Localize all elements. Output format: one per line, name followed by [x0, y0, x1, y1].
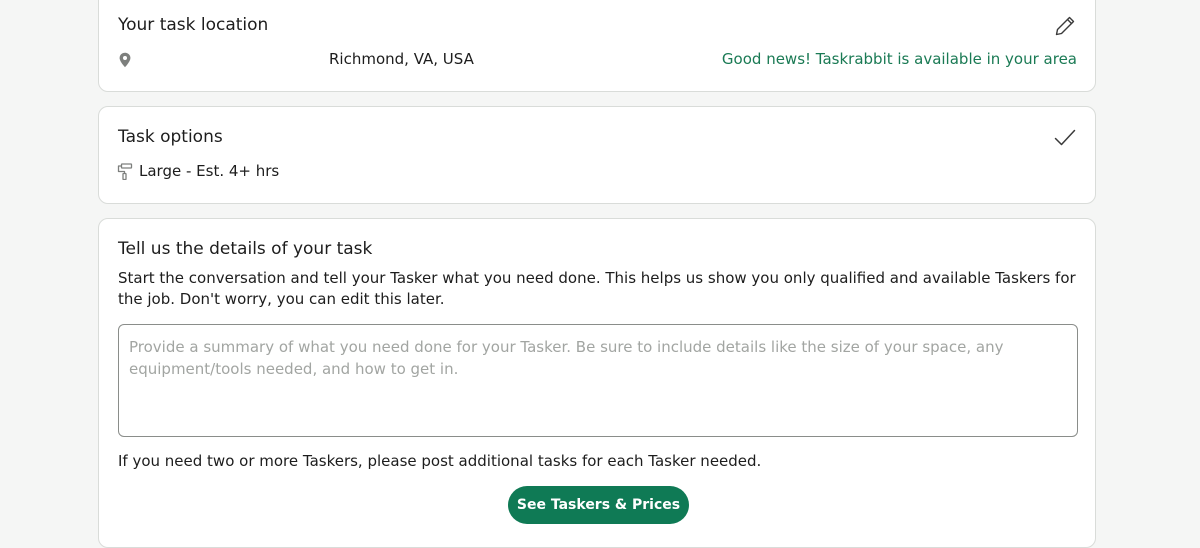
- multiple-taskers-note: If you need two or more Taskers, please …: [118, 452, 762, 470]
- task-details-title: Tell us the details of your task: [118, 239, 373, 259]
- task-option-value: Large - Est. 4+ hrs: [139, 162, 280, 180]
- see-taskers-prices-button[interactable]: See Taskers & Prices: [508, 486, 689, 524]
- task-options-title: Task options: [118, 127, 223, 147]
- map-pin-icon: [118, 52, 132, 68]
- pencil-icon[interactable]: [1053, 14, 1077, 38]
- task-location-card: Your task location Richmond, VA, USA Goo…: [98, 0, 1096, 92]
- paint-roller-icon: [117, 163, 133, 181]
- task-details-card: Tell us the details of your task Start t…: [98, 218, 1096, 548]
- availability-message: Good news! Taskrabbit is available in yo…: [721, 50, 1077, 68]
- task-location-title: Your task location: [118, 15, 269, 35]
- task-location-address: Richmond, VA, USA: [329, 50, 474, 68]
- task-options-card: Task options Large - Est. 4+ hrs: [98, 106, 1096, 204]
- checkmark-icon: [1053, 126, 1077, 150]
- task-details-description: Start the conversation and tell your Tas…: [118, 269, 1076, 308]
- task-details-textarea[interactable]: [118, 324, 1078, 437]
